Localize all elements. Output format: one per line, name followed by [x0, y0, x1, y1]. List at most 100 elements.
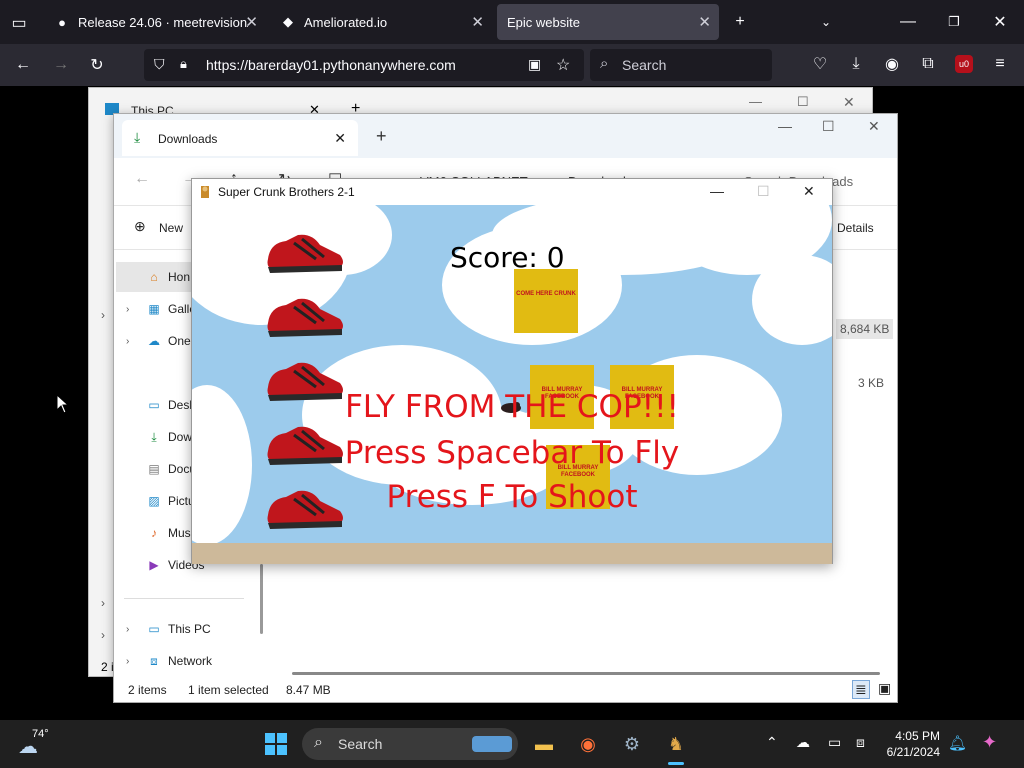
- maximize-icon[interactable]: ☐: [757, 183, 770, 200]
- game-message-title: FLY FROM THE COP!!!: [345, 389, 679, 425]
- url-text: https://barerday01.pythonanywhere.com: [206, 57, 456, 73]
- explorer-titlebar: ⤓ Downloads ✕ + — ☐ ✕: [114, 114, 897, 158]
- new-button[interactable]: New: [159, 221, 183, 235]
- sidebar-item-desktop[interactable]: ▭ Desk: [146, 393, 195, 417]
- onedrive-icon: ☁: [148, 334, 160, 348]
- close-icon[interactable]: ✕: [245, 13, 258, 31]
- new-tab-icon[interactable]: +: [730, 12, 750, 32]
- game-window-title: Super Crunk Brothers 2-1: [218, 185, 355, 199]
- chevron-right-icon[interactable]: ›: [126, 304, 129, 315]
- extensions-icon[interactable]: ⧉: [918, 54, 938, 74]
- close-window-icon[interactable]: ✕: [990, 12, 1010, 32]
- reader-view-icon[interactable]: ▣: [528, 56, 541, 73]
- sidebar-item-label: Musi: [168, 526, 194, 540]
- game-app-icon: [201, 186, 209, 198]
- taskbar-search-label: Search: [338, 736, 383, 752]
- game-taskbar-icon[interactable]: ♞: [660, 728, 692, 760]
- close-window-icon[interactable]: ✕: [868, 118, 880, 135]
- sidebar-item-pictures[interactable]: ▨ Pictu: [146, 489, 194, 513]
- horizontal-scrollbar[interactable]: [292, 672, 880, 675]
- chevron-right-icon[interactable]: ›: [126, 624, 129, 635]
- cloud-offline-icon[interactable]: ☁: [796, 734, 810, 751]
- sidebar-item-this-pc[interactable]: ▭ This PC: [146, 617, 211, 641]
- close-window-icon[interactable]: ✕: [843, 94, 855, 111]
- tab-release[interactable]: ● Release 24.06 · meetrevision/pl ✕: [44, 4, 266, 40]
- close-icon[interactable]: ✕: [471, 13, 484, 31]
- pocket-icon[interactable]: ♡: [810, 54, 830, 74]
- tab-overview-icon[interactable]: ▭: [8, 12, 30, 34]
- search-icon: ⌕: [314, 734, 323, 751]
- search-placeholder: Search: [622, 57, 667, 73]
- game-window[interactable]: Super Crunk Brothers 2-1 — ☐ ✕ Score: 0 …: [191, 178, 833, 564]
- status-bar: 2 items 1 item selected 8.47 MB ≣ ▣: [114, 678, 897, 702]
- game-canvas[interactable]: Score: 0 COME HERE CRUNK BILL MURRAY FAC…: [192, 205, 832, 543]
- close-icon[interactable]: ✕: [698, 13, 711, 31]
- network-status-icon[interactable]: ⧈: [856, 734, 865, 751]
- shoe-life-icon: [267, 234, 343, 273]
- restore-icon[interactable]: ❐: [944, 12, 964, 32]
- tab-list-icon[interactable]: ⌄: [816, 12, 836, 32]
- copilot-icon[interactable]: ✦: [982, 732, 997, 753]
- search-bar[interactable]: ⌕ Search: [590, 49, 772, 81]
- sidebar-item-music[interactable]: ♪ Musi: [146, 521, 193, 545]
- reload-icon[interactable]: ↻: [86, 54, 108, 76]
- chevron-right-icon[interactable]: ›: [126, 336, 129, 347]
- pictures-icon: ▨: [148, 494, 160, 508]
- settings-gear-icon[interactable]: ⚙: [616, 728, 648, 760]
- tiles-view-icon[interactable]: ▣: [878, 680, 891, 697]
- new-tab-icon[interactable]: +: [376, 126, 387, 147]
- file-size-2: 3 KB: [858, 376, 885, 390]
- maximize-icon[interactable]: ☐: [797, 94, 809, 110]
- file-explorer-icon[interactable]: ▬: [528, 728, 560, 760]
- sidebar-item-label: This PC: [168, 622, 211, 636]
- nav-scrollbar[interactable]: [260, 564, 263, 634]
- url-bar[interactable]: ⛉ 🔒︎ https://barerday01.pythonanywhere.c…: [144, 49, 584, 81]
- back-icon[interactable]: ←: [12, 54, 34, 76]
- account-icon[interactable]: ◉: [882, 54, 902, 74]
- maximize-icon[interactable]: ☐: [822, 118, 835, 135]
- chevron-right-icon[interactable]: ›: [101, 628, 105, 642]
- minimize-icon[interactable]: —: [898, 12, 918, 32]
- tab-downloads[interactable]: ⤓ Downloads ✕: [122, 120, 358, 156]
- close-icon[interactable]: ✕: [334, 130, 346, 147]
- documents-icon: ▤: [148, 462, 160, 476]
- minimize-icon[interactable]: —: [749, 94, 762, 109]
- tab-epic-website[interactable]: Epic website ✕: [497, 4, 719, 40]
- firefox-icon[interactable]: ◉: [572, 728, 604, 760]
- downloads-icon[interactable]: ⤓: [846, 54, 866, 74]
- display-icon[interactable]: ▭: [828, 734, 841, 751]
- details-view-icon[interactable]: ≣: [852, 680, 870, 699]
- chevron-right-icon[interactable]: ›: [101, 596, 105, 610]
- tab-ameliorated[interactable]: ◆ Ameliorated.io ✕: [270, 4, 492, 40]
- menu-icon[interactable]: ≡: [990, 54, 1010, 74]
- taskbar-clock[interactable]: 4:05 PM 6/21/2024: [887, 728, 940, 760]
- active-app-indicator: [668, 762, 684, 765]
- taskbar-search[interactable]: ⌕ Search: [302, 728, 518, 760]
- chevron-up-icon[interactable]: ⌃: [766, 734, 778, 751]
- tab-label: Downloads: [158, 132, 218, 146]
- minimize-icon[interactable]: —: [778, 118, 792, 134]
- details-button[interactable]: Details: [837, 221, 874, 235]
- search-icon: ⌕: [600, 55, 609, 72]
- sidebar-item-home[interactable]: ⌂ Hon: [146, 265, 190, 289]
- sidebar-item-documents[interactable]: ▤ Docu: [146, 457, 196, 481]
- sidebar-item-gallery[interactable]: ▦ Galle: [146, 297, 196, 321]
- back-icon[interactable]: ←: [134, 170, 150, 188]
- ublock-icon[interactable]: u0: [955, 55, 973, 73]
- weather-temp[interactable]: 74°: [32, 728, 49, 740]
- sidebar-item-onedrive[interactable]: ☁ One: [146, 329, 191, 353]
- minimize-icon[interactable]: —: [710, 183, 724, 199]
- shield-icon[interactable]: ⛉: [154, 56, 165, 73]
- chevron-right-icon[interactable]: ›: [126, 656, 129, 667]
- notification-bell-icon[interactable]: 🔔︎: [948, 734, 967, 752]
- lock-icon[interactable]: 🔒︎: [180, 56, 187, 72]
- chevron-right-icon[interactable]: ›: [101, 308, 105, 322]
- sidebar-item-label: One: [168, 334, 191, 348]
- sidebar-item-network[interactable]: ⧈ Network: [146, 649, 212, 673]
- close-window-icon[interactable]: ✕: [803, 183, 815, 200]
- forward-icon[interactable]: →: [50, 54, 72, 76]
- game-message-fly: Press Spacebar To Fly: [344, 435, 680, 471]
- bookmark-star-icon[interactable]: ☆: [556, 55, 570, 75]
- start-windows-icon[interactable]: [260, 728, 292, 760]
- sidebar-item-downloads[interactable]: ⤓ Dow: [146, 425, 192, 449]
